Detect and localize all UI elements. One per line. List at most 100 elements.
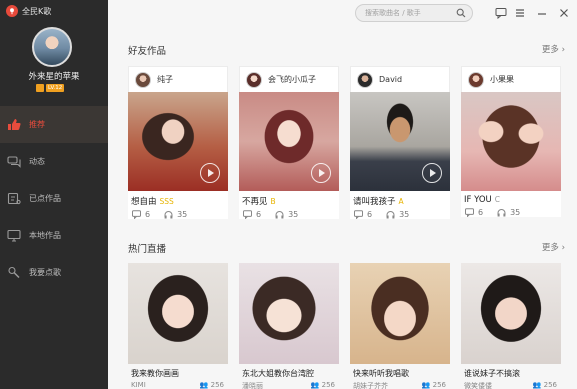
viewer-count: 👥 256 (199, 381, 224, 389)
level-badge: LV.12 (36, 84, 65, 92)
sidebar-item-label: 动态 (29, 157, 45, 166)
live-host: 微笑偻偻 (464, 382, 492, 389)
play-icon[interactable] (422, 163, 442, 183)
song-title: 想自由 SSS (131, 197, 174, 207)
username[interactable]: 外来星的苹果 (0, 70, 108, 82)
chat-bubbles-icon (7, 156, 21, 168)
live-more-link[interactable]: 更多 › (542, 241, 565, 253)
friends-section-title: 好友作品 (128, 46, 167, 57)
listen-count: 35 (177, 210, 188, 219)
friend-name[interactable]: 小果果 (490, 74, 514, 85)
friends-more-link[interactable]: 更多 › (542, 43, 565, 55)
close-icon[interactable] (558, 7, 570, 19)
live-title: 谁说妹子不搞滚 (464, 369, 520, 378)
menu-icon[interactable] (514, 7, 526, 19)
sidebar-item-feed[interactable]: 动态 (0, 143, 108, 180)
comment-icon (132, 210, 141, 219)
sidebar: 全民K歌 外来星的苹果 LV.12 推荐 动态 已点作品 本地作品 我要点歌 (0, 0, 108, 389)
song-list-icon (7, 192, 21, 205)
comment-icon (354, 210, 363, 219)
app-title: 全民K歌 (22, 6, 52, 16)
headphones-icon (386, 211, 395, 219)
live-host: 潘晓丽 (242, 382, 263, 389)
live-title: 快来听听我唱歌 (353, 369, 409, 378)
work-cover-image[interactable] (350, 92, 450, 191)
sidebar-item-ordered-songs[interactable]: 已点作品 (0, 180, 108, 217)
avatar[interactable] (135, 71, 151, 88)
live-cover-image[interactable] (128, 263, 228, 364)
work-cover-image[interactable] (239, 92, 339, 191)
live-card[interactable]: 快来听听我唱歌 胡妹子芥芥 👥 256 (350, 263, 450, 389)
work-cover-image[interactable] (128, 92, 228, 191)
friend-name[interactable]: 会飞的小瓜子 (268, 74, 316, 85)
song-title: IF YOU C (464, 195, 500, 205)
friend-work-card[interactable]: David 请叫我孩子 A 6 35 (350, 66, 450, 219)
sidebar-item-label: 推荐 (29, 120, 45, 129)
comment-icon (465, 208, 474, 217)
play-icon[interactable] (200, 163, 220, 183)
sidebar-item-request-song[interactable]: 我要点歌 (0, 254, 108, 291)
monitor-icon (7, 229, 21, 242)
listen-count: 35 (288, 210, 299, 219)
score-grade: SSS (159, 197, 174, 206)
live-cover-image[interactable] (350, 263, 450, 364)
viewers-icon: 👥 (532, 381, 542, 389)
top-bar: 搜索歌曲名 / 歌手 (108, 0, 577, 26)
crown-icon (36, 84, 44, 92)
comment-count: 6 (256, 210, 262, 219)
headphones-icon (497, 209, 506, 217)
friend-work-card[interactable]: 会飞的小瓜子 不再见 B 6 35 (239, 66, 339, 219)
live-card[interactable]: 我来教你画画 KIMI 👥 256 (128, 263, 228, 389)
sidebar-nav: 推荐 动态 已点作品 本地作品 我要点歌 (0, 106, 108, 291)
live-title: 我来教你画画 (131, 369, 179, 378)
viewers-icon: 👥 (199, 381, 209, 389)
viewer-count: 👥 256 (421, 381, 446, 389)
minimize-icon[interactable] (536, 7, 548, 19)
viewer-count: 👥 256 (310, 381, 335, 389)
song-title: 不再见 B (242, 197, 276, 207)
search-icon[interactable] (456, 8, 466, 18)
listen-count: 35 (399, 210, 410, 219)
song-title: 请叫我孩子 A (353, 197, 404, 207)
sidebar-item-label: 本地作品 (29, 231, 61, 240)
avatar[interactable] (468, 71, 484, 88)
sidebar-item-recommend[interactable]: 推荐 (0, 106, 108, 143)
comment-count: 6 (145, 210, 151, 219)
live-title: 东北大姐教你台湾腔 (242, 369, 314, 378)
score-grade: A (398, 197, 404, 206)
message-icon[interactable] (495, 7, 507, 20)
comment-count: 6 (478, 208, 484, 217)
friend-work-card[interactable]: 纯子 想自由 SSS 6 35 (128, 66, 228, 219)
friend-name[interactable]: 纯子 (157, 74, 173, 85)
live-host: 胡妹子芥芥 (353, 382, 388, 389)
live-cover-image[interactable] (461, 263, 561, 364)
level-label: LV.12 (46, 84, 65, 92)
play-icon[interactable] (311, 163, 331, 183)
score-grade: C (494, 195, 500, 204)
search-input[interactable]: 搜索歌曲名 / 歌手 (365, 8, 456, 18)
comment-count: 6 (367, 210, 373, 219)
live-cover-image[interactable] (239, 263, 339, 364)
listen-count: 35 (510, 208, 521, 217)
avatar[interactable] (246, 71, 262, 88)
live-card[interactable]: 谁说妹子不搞滚 微笑偻偻 👥 256 (461, 263, 561, 389)
headphones-icon (275, 211, 284, 219)
microphone-icon (8, 266, 20, 279)
user-avatar[interactable] (32, 27, 72, 67)
headphones-icon (164, 211, 173, 219)
live-card[interactable]: 东北大姐教你台湾腔 潘晓丽 👥 256 (239, 263, 339, 389)
search-box[interactable]: 搜索歌曲名 / 歌手 (355, 4, 473, 22)
viewers-icon: 👥 (310, 381, 320, 389)
thumbs-up-icon (8, 119, 21, 130)
live-host: KIMI (131, 381, 146, 389)
friend-name[interactable]: David (379, 75, 402, 84)
app-logo-icon (6, 5, 18, 17)
friend-work-card[interactable]: 小果果 IF YOU C 6 35 (461, 66, 561, 217)
score-grade: B (270, 197, 276, 206)
viewer-count: 👥 256 (532, 381, 557, 389)
live-section-title: 热门直播 (128, 244, 167, 255)
work-cover-image[interactable] (461, 92, 561, 191)
viewers-icon: 👥 (421, 381, 431, 389)
sidebar-item-local[interactable]: 本地作品 (0, 217, 108, 254)
avatar[interactable] (357, 71, 373, 88)
